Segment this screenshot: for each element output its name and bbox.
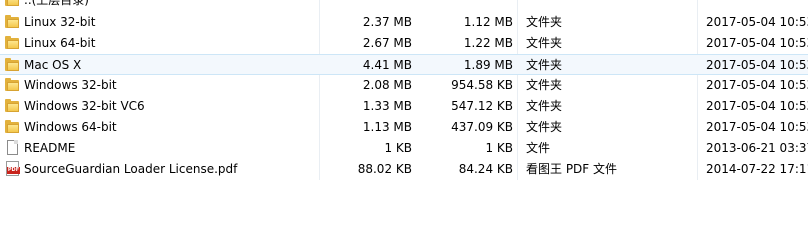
list-item[interactable]: Linux 32-bit 2.37 MB 1.12 MB 文件夹 2017-05… xyxy=(0,12,808,33)
list-item[interactable]: README 1 KB 1 KB 文件 2013-06-21 03:37 xyxy=(0,138,808,159)
packed-size: 547.12 KB xyxy=(451,99,513,113)
list-item[interactable]: Windows 32-bit 2.08 MB 954.58 KB 文件夹 201… xyxy=(0,75,808,96)
file-type: 看图王 PDF 文件 xyxy=(526,162,618,176)
file-type: 文件夹 xyxy=(526,78,563,92)
file-type: 文件夹 xyxy=(526,15,563,29)
pdf-icon: PDF xyxy=(5,161,21,176)
folder-icon xyxy=(5,36,21,50)
list-item[interactable]: PDF SourceGuardian Loader License.pdf 88… xyxy=(0,159,808,180)
file-name: Windows 32-bit xyxy=(24,78,117,92)
folder-icon xyxy=(5,99,21,113)
list-item-parent-directory[interactable]: ..(上层目录) xyxy=(0,0,808,12)
modified-date: 2017-05-04 10:53 xyxy=(706,58,808,72)
modified-date: 2017-05-04 10:53 xyxy=(706,78,808,92)
list-item[interactable]: Windows 32-bit VC6 1.33 MB 547.12 KB 文件夹… xyxy=(0,96,808,117)
file-size: 1.13 MB xyxy=(362,120,412,134)
folder-icon xyxy=(5,15,21,29)
modified-date: 2013-06-21 03:37 xyxy=(706,141,808,155)
file-name: Linux 32-bit xyxy=(24,15,96,29)
file-size: 2.08 MB xyxy=(362,78,412,92)
folder-icon xyxy=(5,120,21,134)
file-name: README xyxy=(24,141,76,155)
modified-date: 2017-05-04 10:53 xyxy=(706,36,808,50)
file-type: 文件夹 xyxy=(526,120,563,134)
packed-size: 1.89 MB xyxy=(463,58,513,72)
file-name: Windows 32-bit VC6 xyxy=(24,99,145,113)
modified-date: 2017-05-04 10:53 xyxy=(706,99,808,113)
file-size: 2.67 MB xyxy=(362,36,412,50)
file-name: Linux 64-bit xyxy=(24,36,96,50)
modified-date: 2017-05-04 10:53 xyxy=(706,120,808,134)
folder-icon xyxy=(5,78,21,92)
file-name: Mac OS X xyxy=(24,58,82,72)
file-size: 2.37 MB xyxy=(362,15,412,29)
file-name: ..(上层目录) xyxy=(24,0,89,7)
file-type: 文件夹 xyxy=(526,58,563,72)
file-size: 1.33 MB xyxy=(362,99,412,113)
packed-size: 954.58 KB xyxy=(451,78,513,92)
file-type: 文件夹 xyxy=(526,99,563,113)
file-icon xyxy=(5,140,21,155)
file-size: 88.02 KB xyxy=(357,162,412,176)
file-name: Windows 64-bit xyxy=(24,120,117,134)
file-name: SourceGuardian Loader License.pdf xyxy=(24,162,238,176)
packed-size: 437.09 KB xyxy=(451,120,513,134)
file-size: 1 KB xyxy=(384,141,412,155)
modified-date: 2017-05-04 10:53 xyxy=(706,15,808,29)
modified-date: 2014-07-22 17:11 xyxy=(706,162,808,176)
file-list: ..(上层目录) Linux 32-bit 2.37 MB 1.12 MB 文件… xyxy=(0,0,808,180)
folder-icon xyxy=(5,58,21,72)
packed-size: 84.24 KB xyxy=(458,162,513,176)
packed-size: 1.22 MB xyxy=(463,36,513,50)
file-size: 4.41 MB xyxy=(362,58,412,72)
list-item[interactable]: Linux 64-bit 2.67 MB 1.22 MB 文件夹 2017-05… xyxy=(0,33,808,54)
list-item[interactable]: Windows 64-bit 1.13 MB 437.09 KB 文件夹 201… xyxy=(0,117,808,138)
packed-size: 1 KB xyxy=(485,141,513,155)
packed-size: 1.12 MB xyxy=(463,15,513,29)
file-type: 文件夹 xyxy=(526,36,563,50)
list-item-selected[interactable]: Mac OS X 4.41 MB 1.89 MB 文件夹 2017-05-04 … xyxy=(0,54,808,75)
folder-icon xyxy=(5,0,21,7)
file-type: 文件 xyxy=(526,141,551,155)
